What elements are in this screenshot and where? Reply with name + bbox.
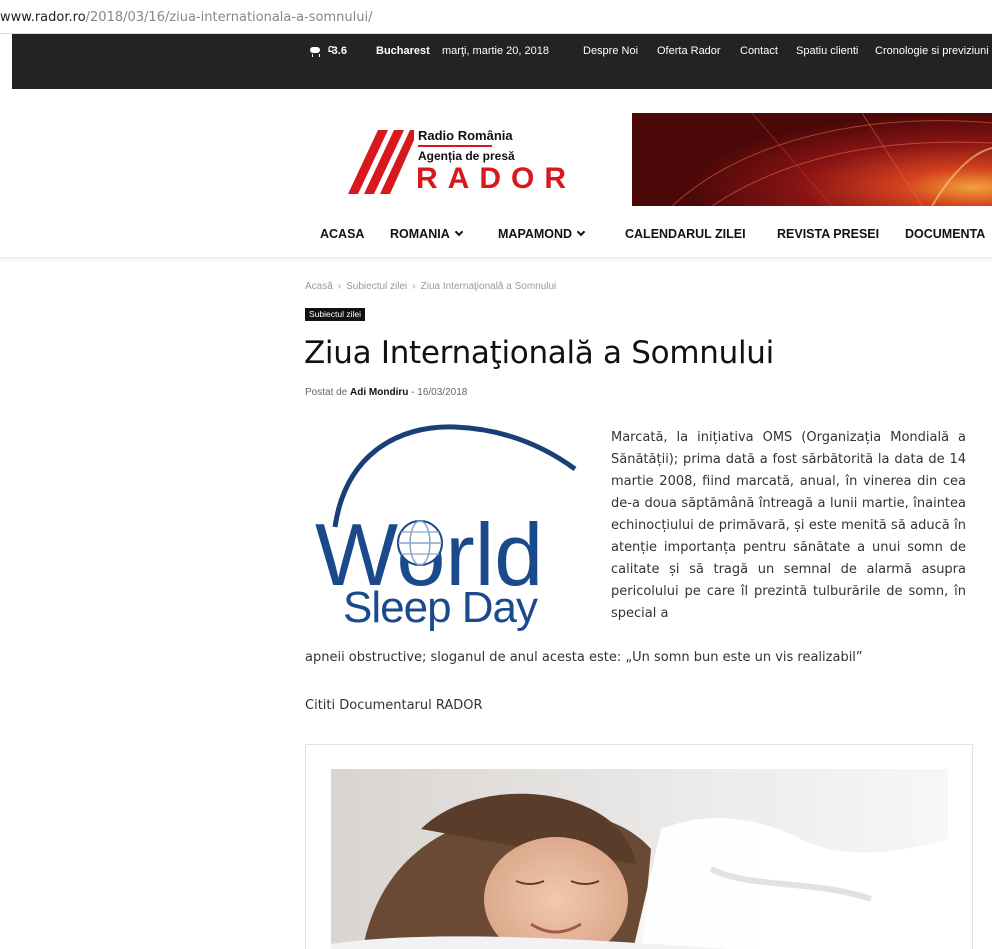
world-sleep-day-image: World Sleep Day <box>305 417 595 637</box>
toplink-cronologie[interactable]: Cronologie si previziuni <box>875 45 989 57</box>
logo-divider <box>418 145 492 147</box>
nav-mapamond[interactable]: MAPAMOND <box>498 227 586 241</box>
logo-rador: RADOR <box>416 162 576 195</box>
cloud-snow-icon <box>308 45 322 57</box>
sleep-logo-sleep-day: Sleep Day <box>343 583 538 632</box>
article-paragraph: Marcată, la inițiativa OMS (Organizația … <box>611 430 966 621</box>
toplink-contact[interactable]: Contact <box>740 45 778 57</box>
url-host: www.rador.ro <box>0 10 86 25</box>
toplink-spatiu-clienti[interactable]: Spatiu clienti <box>796 45 858 57</box>
weather-city: Bucharest <box>376 45 430 57</box>
breadcrumb-acasa[interactable]: Acasă <box>305 281 333 292</box>
article-title: Ziua Internaţională a Somnului <box>304 335 774 371</box>
world-sleep-day-logo: World Sleep Day <box>315 424 577 632</box>
article-photo-card <box>305 744 973 949</box>
breadcrumb-separator: › <box>412 281 416 292</box>
header-banner[interactable] <box>632 113 992 206</box>
article-paragraph-continued: apneii obstructive; sloganul de anul ace… <box>305 650 863 665</box>
address-bar[interactable]: www.rador.ro/2018/03/16/ziua-internation… <box>0 0 992 34</box>
documentar-link[interactable]: Cititi Documentarul RADOR <box>305 698 483 713</box>
toplink-despre-noi[interactable]: Despre Noi <box>583 45 638 57</box>
article-date: 16/03/2018 <box>417 387 468 398</box>
chevron-down-icon <box>454 227 463 237</box>
breadcrumb: Acasă › Subiectul zilei › Ziua Internaţional… <box>305 281 556 292</box>
nav-romania[interactable]: ROMANIA <box>390 227 463 241</box>
nav-calendarul-zilei[interactable]: CALENDARUL ZILEI <box>625 227 746 241</box>
nav-documentar[interactable]: DOCUMENTA <box>905 227 985 241</box>
radio-romania-logo-mark <box>348 130 414 194</box>
url-text[interactable]: www.rador.ro/2018/03/16/ziua-internation… <box>0 10 372 25</box>
temperature: -3.6 C <box>328 45 347 57</box>
chevron-down-icon <box>576 227 586 237</box>
logo-line-1: Radio România <box>418 128 513 143</box>
sleeping-woman-photo <box>331 769 948 949</box>
article-byline: Postat de Adi Mondiru - 16/03/2018 <box>305 387 468 398</box>
top-bar: -3.6 C Bucharest marţi, martie 20, 2018 … <box>12 34 992 89</box>
banner-graphic <box>632 113 992 206</box>
nav-acasa[interactable]: ACASA <box>320 227 364 241</box>
logo-line-2: Agenția de presă <box>418 149 515 163</box>
toplink-oferta-rador[interactable]: Oferta Rador <box>657 45 721 57</box>
current-date: marţi, martie 20, 2018 <box>442 45 549 57</box>
url-path: /2018/03/16/ziua-internationala-a-somnul… <box>85 10 373 25</box>
breadcrumb-separator: › <box>337 281 342 292</box>
main-navigation: ACASA ROMANIA MAPAMOND CALENDARUL ZILEI … <box>0 218 992 258</box>
nav-revista-presei[interactable]: REVISTA PRESEI <box>777 227 879 241</box>
author-link[interactable]: Adi Mondiru <box>350 387 408 398</box>
category-badge[interactable]: Subiectul zilei <box>305 308 365 321</box>
breadcrumb-subiectul-zilei[interactable]: Subiectul zilei <box>346 281 407 292</box>
breadcrumb-current: Ziua Internaţională a Somnului <box>420 281 557 292</box>
site-logo[interactable]: Radio România Agenția de presă RADOR <box>344 118 594 198</box>
globe-icon <box>397 520 443 566</box>
